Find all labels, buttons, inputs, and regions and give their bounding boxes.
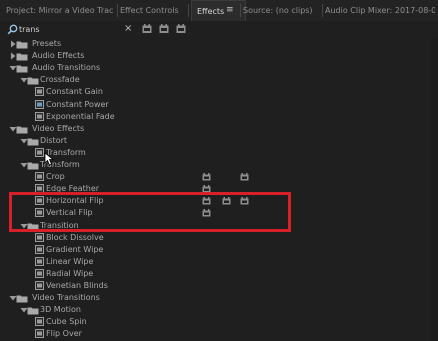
effect-row-transform[interactable]: Transform <box>0 147 438 159</box>
effect-row-exponential-fade[interactable]: Exponential Fade <box>0 111 438 123</box>
tree-item-label: Venetian Blinds <box>46 281 108 290</box>
tab-separator <box>188 4 189 17</box>
tab-separator <box>240 4 241 17</box>
tree-item-label: Audio Effects <box>32 51 85 61</box>
tab-menu-icon[interactable]: ≡ <box>226 0 236 21</box>
tree-item-label: Crop <box>46 172 65 182</box>
tree-item-label: Distort <box>40 135 68 145</box>
effect-icon <box>35 268 44 278</box>
effect-icon <box>35 147 44 157</box>
mouse-cursor-icon <box>44 152 55 166</box>
effect-badge-icon <box>202 173 211 181</box>
folder-row-audio-transitions[interactable]: Audio Transitions <box>0 62 438 74</box>
tab-separator <box>117 4 118 17</box>
effect-icon <box>35 111 44 121</box>
search-input[interactable] <box>19 23 119 36</box>
tree-item-label: Exponential Fade <box>46 111 115 121</box>
effect-row-constant-gain[interactable]: Constant Gain <box>0 86 438 98</box>
tab-effects[interactable]: Effects <box>191 0 246 22</box>
effect-icon <box>35 281 44 290</box>
effect-row-flip-over[interactable]: Flip Over <box>0 328 438 340</box>
tree-item-label: Video Transitions <box>32 293 100 303</box>
folder-row-3d-motion[interactable]: 3D Motion <box>0 304 438 316</box>
folder-icon <box>27 162 39 170</box>
tree-item-label: Crossfade <box>40 75 80 85</box>
accelerated-effects-icon[interactable] <box>142 24 152 34</box>
folder-row-audio-effects[interactable]: Audio Effects <box>0 50 438 62</box>
tab-audio-clip-mixer[interactable]: Audio Clip Mixer: 2017-08-0 <box>325 0 435 21</box>
panel-tab-bar: Project: Mirror a Video Track Effect Cont… <box>0 0 438 22</box>
folder-icon <box>27 77 39 85</box>
32-bit-color-icon[interactable] <box>159 24 169 34</box>
folder-row-video-effects[interactable]: Video Effects <box>0 123 438 135</box>
clear-search-icon[interactable]: × <box>124 23 132 35</box>
tree-item-label: Block Dissolve <box>46 232 104 242</box>
effect-row-gradient-wipe[interactable]: Gradient Wipe <box>0 244 438 256</box>
tree-item-label: Presets <box>32 39 62 48</box>
effect-icon <box>35 87 44 97</box>
tree-item-label: Video Effects <box>32 123 85 133</box>
tree-item-label: Audio Transitions <box>32 63 101 73</box>
folder-row-distort[interactable]: Distort <box>0 135 438 147</box>
folder-row-crossfade[interactable]: Crossfade <box>0 74 438 86</box>
effect-row-constant-power[interactable]: Constant Power <box>0 99 438 111</box>
tab-project[interactable]: Project: Mirror a Video Track <box>6 0 114 21</box>
effect-icon <box>35 99 44 109</box>
effect-row-block-dissolve[interactable]: Block Dissolve <box>0 232 438 244</box>
tree-item-label: Constant Power <box>46 99 109 109</box>
folder-icon <box>16 126 28 134</box>
effect-icon <box>35 172 44 182</box>
tree-item-label: Flip Over <box>46 329 82 339</box>
tab-separator <box>322 4 323 17</box>
tree-item-label: Linear Wipe <box>46 256 94 266</box>
folder-row-video-transitions[interactable]: Video Transitions <box>0 292 438 304</box>
folder-icon <box>16 295 28 303</box>
effect-row-radial-wipe[interactable]: Radial Wipe <box>0 268 438 280</box>
search-row: × <box>0 21 438 38</box>
effect-row-venetian-blinds[interactable]: Venetian Blinds <box>0 280 438 292</box>
tree-item-label: Radial Wipe <box>46 268 94 278</box>
folder-icon <box>16 53 28 61</box>
effect-row-crop[interactable]: Crop <box>0 171 438 183</box>
tab-effect-controls[interactable]: Effect Controls <box>120 0 184 21</box>
folder-row-transform[interactable]: Transform <box>0 159 438 171</box>
effect-icon <box>35 329 44 339</box>
folder-icon <box>16 65 28 73</box>
effect-row-linear-wipe[interactable]: Linear Wipe <box>0 256 438 268</box>
effect-row-cube-spin[interactable]: Cube Spin <box>0 316 438 328</box>
effect-icon <box>35 244 44 254</box>
effects-tree: Presets Audio Effects Audio Transitions Cro… <box>0 38 438 341</box>
tree-item-label: 3D Motion <box>40 305 81 315</box>
scrollbar[interactable] <box>431 38 438 341</box>
folder-icon <box>27 138 39 146</box>
effect-icon <box>35 256 44 266</box>
yuv-effects-icon[interactable] <box>176 24 186 34</box>
tab-source[interactable]: Source: (no clips) <box>243 0 323 21</box>
tree-item-label: Cube Spin <box>46 317 87 327</box>
tree-item-label: Constant Gain <box>46 87 103 97</box>
folder-icon <box>16 41 28 49</box>
effect-icon <box>35 317 44 327</box>
highlight-box <box>9 192 291 232</box>
effect-badge-icon <box>240 173 249 181</box>
search-icon <box>7 24 18 35</box>
folder-icon <box>27 307 39 315</box>
effect-icon <box>35 232 44 242</box>
tree-item-label: Gradient Wipe <box>46 244 104 254</box>
folder-row-presets[interactable]: Presets <box>0 38 438 50</box>
